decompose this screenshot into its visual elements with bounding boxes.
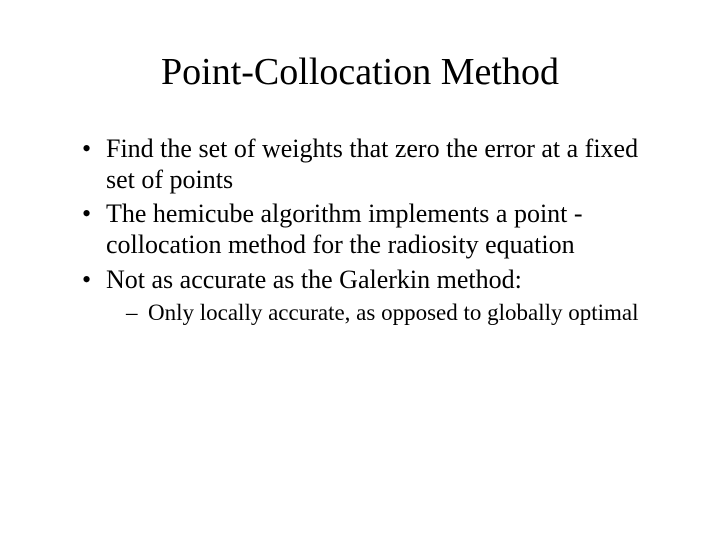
bullet-item: The hemicube algorithm implements a poin… [80,199,640,260]
slide-title: Point-Collocation Method [60,50,660,94]
bullet-list: Find the set of weights that zero the er… [80,134,640,326]
sub-bullet-list: Only locally accurate, as opposed to glo… [126,299,640,326]
bullet-item: Find the set of weights that zero the er… [80,134,640,195]
slide: Point-Collocation Method Find the set of… [0,0,720,540]
bullet-text: Not as accurate as the Galerkin method: [106,265,522,294]
sub-bullet-item: Only locally accurate, as opposed to glo… [126,299,640,326]
bullet-item: Not as accurate as the Galerkin method: … [80,265,640,327]
